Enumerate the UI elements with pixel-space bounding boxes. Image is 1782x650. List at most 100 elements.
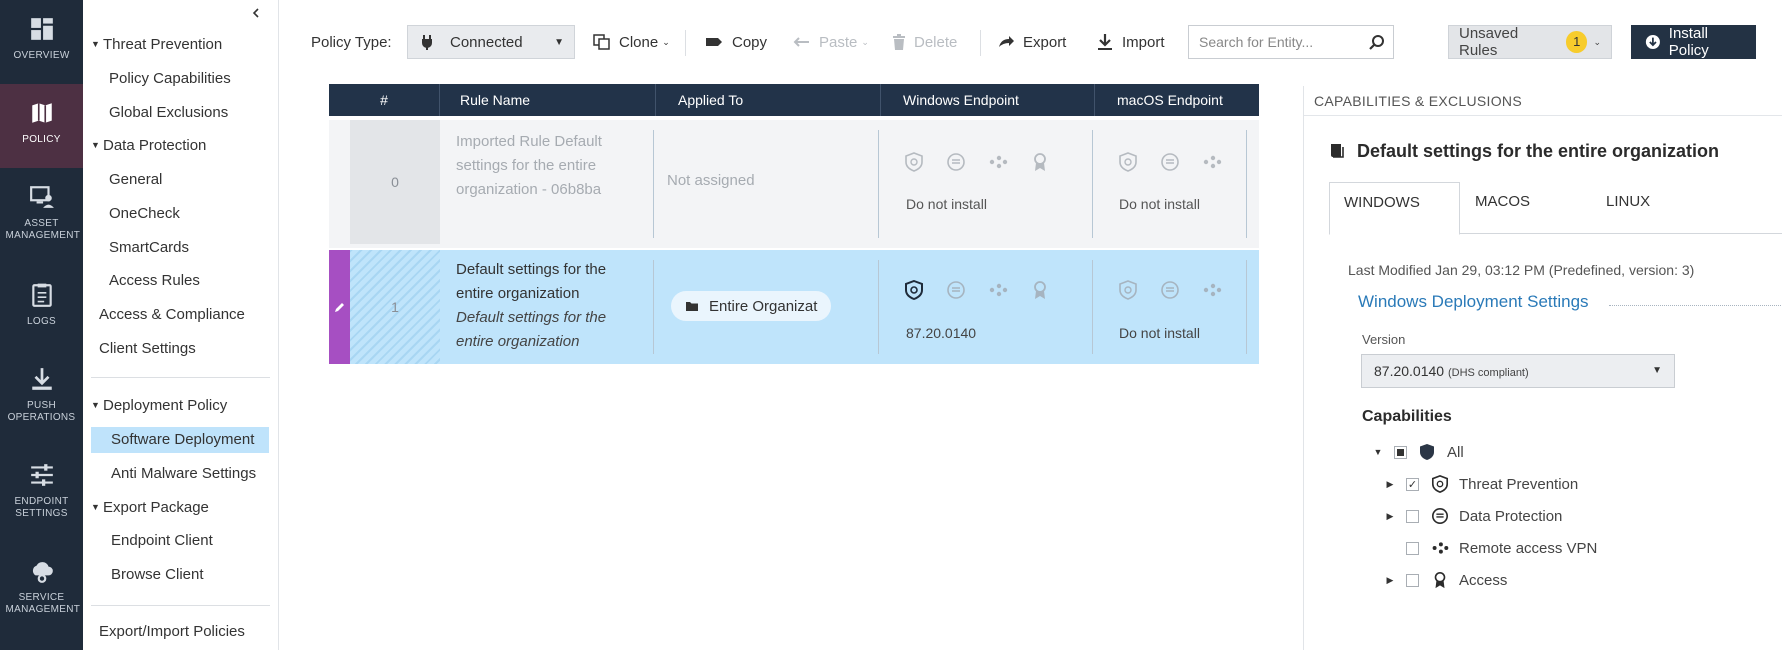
tab-linux[interactable]: LINUX bbox=[1592, 182, 1708, 234]
unsaved-rules-label: Unsaved Rules bbox=[1459, 25, 1519, 59]
nav-policy-label: POLICY bbox=[22, 134, 61, 145]
capability-access[interactable]: ▶ Access bbox=[1384, 568, 1508, 592]
nav-asset-management[interactable]: ASSET MANAGEMENT bbox=[0, 168, 83, 252]
chevron-down-icon: ⌄ bbox=[1593, 36, 1601, 47]
unsaved-rules-button[interactable]: Unsaved Rules 1 ⌄ bbox=[1448, 25, 1612, 59]
data-protection-checkbox[interactable] bbox=[1406, 509, 1419, 523]
capability-threat-prevention[interactable]: ▶ ✓ Threat Prevention bbox=[1384, 472, 1578, 496]
tree-general[interactable]: General bbox=[105, 167, 162, 193]
panel-header: CAPABILITIES & EXCLUSIONS bbox=[1304, 86, 1782, 116]
clone-button[interactable]: Clone ⌄ bbox=[593, 25, 670, 59]
table-row[interactable]: 0 Imported Rule Default settings for the… bbox=[329, 120, 1259, 248]
nav-endpoint-settings[interactable]: ENDPOINT SETTINGS bbox=[0, 446, 83, 530]
tree-policy-capabilities[interactable]: Policy Capabilities bbox=[105, 66, 239, 92]
collapsed-triangle-icon[interactable]: ▶ bbox=[1384, 479, 1396, 490]
os-tabs: WINDOWS MACOS LINUX bbox=[1329, 182, 1782, 235]
column-divider bbox=[653, 260, 654, 354]
rule-icon bbox=[1331, 143, 1344, 158]
macos-endpoint-value: Do not install bbox=[1119, 325, 1200, 341]
tree-browse-client[interactable]: Browse Client bbox=[105, 562, 204, 588]
tree-anti-malware-settings[interactable]: Anti Malware Settings bbox=[105, 461, 256, 487]
capability-data-protection[interactable]: ▶ Data Protection bbox=[1384, 504, 1563, 528]
nav-service-management[interactable]: SERVICE MANAGEMENT bbox=[0, 542, 83, 626]
expanded-triangle-icon[interactable]: ▼ bbox=[1372, 447, 1384, 457]
tab-windows[interactable]: WINDOWS bbox=[1329, 182, 1460, 235]
capability-all[interactable]: ▼ All bbox=[1372, 440, 1464, 464]
tree-smartcards[interactable]: SmartCards bbox=[105, 235, 189, 261]
grid-icon bbox=[30, 18, 53, 40]
tree-anti-malware-label: Anti Malware Settings bbox=[111, 465, 257, 482]
windows-endpoint-value: 87.20.0140 bbox=[906, 325, 977, 341]
nav-push-operations[interactable]: PUSH OPERATIONS bbox=[0, 350, 83, 434]
nav-endpoint-settings-label: ENDPOINT SETTINGS bbox=[14, 496, 69, 519]
rule-name: Imported Rule Default settings for the e… bbox=[456, 133, 602, 198]
rule-number: 1 bbox=[350, 250, 440, 364]
threat-prevention-icon bbox=[905, 280, 923, 300]
all-checkbox[interactable] bbox=[1394, 445, 1407, 459]
applied-to-cell[interactable]: Entire Organizat bbox=[671, 291, 832, 321]
search-placeholder: Search for Entity... bbox=[1199, 34, 1314, 50]
panel-title-text: Default settings for the entire organiza… bbox=[1357, 141, 1720, 161]
tree-onecheck[interactable]: OneCheck bbox=[105, 201, 180, 227]
tree-deployment-policy-label: Deployment Policy bbox=[103, 397, 228, 414]
tree-access-compliance[interactable]: Access & Compliance bbox=[99, 302, 245, 328]
nav-overview-label: OVERVIEW bbox=[13, 50, 70, 61]
import-label: Import bbox=[1122, 33, 1165, 51]
tree-access-rules[interactable]: Access Rules bbox=[105, 268, 200, 294]
tree-access-rules-label: Access Rules bbox=[109, 272, 200, 289]
tree-software-deployment[interactable]: Software Deployment bbox=[91, 427, 269, 453]
tree-data-protection[interactable]: ▼ Data Protection bbox=[91, 132, 206, 158]
version-select[interactable]: 87.20.0140 (DHS compliant) ▼ bbox=[1361, 354, 1675, 388]
column-header-applied-to[interactable]: Applied To bbox=[656, 84, 881, 116]
threat-prevention-checkbox[interactable]: ✓ bbox=[1406, 477, 1419, 491]
tree-global-exclusions[interactable]: Global Exclusions bbox=[105, 100, 228, 126]
import-button[interactable]: Import bbox=[1096, 25, 1165, 59]
windows-capability-icons bbox=[904, 280, 1050, 300]
search-input[interactable]: Search for Entity... bbox=[1188, 25, 1394, 59]
tree-deployment-policy[interactable]: ▼ Deployment Policy bbox=[91, 392, 227, 418]
remote-access-vpn-icon bbox=[1203, 155, 1222, 169]
data-protection-icon bbox=[947, 153, 965, 171]
install-policy-label: Install Policy bbox=[1668, 25, 1709, 59]
threat-prevention-icon bbox=[1119, 280, 1137, 300]
tree-endpoint-client[interactable]: Endpoint Client bbox=[105, 528, 213, 554]
delete-label: Delete bbox=[914, 33, 958, 51]
applied-to-pill[interactable]: Entire Organizat bbox=[671, 291, 832, 321]
nav-policy[interactable]: POLICY bbox=[0, 84, 83, 168]
nav-overview[interactable]: OVERVIEW bbox=[0, 0, 83, 84]
tree-export-import-policies[interactable]: Export/Import Policies bbox=[99, 619, 245, 645]
windows-deployment-settings-heading[interactable]: Windows Deployment Settings bbox=[1358, 292, 1589, 312]
tree-divider bbox=[91, 377, 270, 378]
collapsed-triangle-icon[interactable]: ▶ bbox=[1384, 511, 1396, 522]
install-policy-button[interactable]: Install Policy bbox=[1631, 25, 1756, 59]
toolbar-separator bbox=[685, 30, 686, 56]
expanded-triangle-icon: ▼ bbox=[91, 39, 100, 49]
column-header-rule-name[interactable]: Rule Name bbox=[440, 84, 656, 116]
access-checkbox[interactable] bbox=[1406, 573, 1419, 587]
nav-logs[interactable]: LOGS bbox=[0, 266, 83, 350]
collapse-tree-icon[interactable] bbox=[250, 6, 266, 22]
collapsed-triangle-icon[interactable]: ▶ bbox=[1384, 575, 1396, 586]
policy-type-select[interactable]: Connected ▼ bbox=[407, 25, 575, 59]
map-icon bbox=[31, 103, 52, 123]
monitor-user-icon bbox=[29, 186, 54, 208]
tree-client-settings[interactable]: Client Settings bbox=[99, 336, 196, 362]
capability-remote-access-vpn[interactable]: Remote access VPN bbox=[1384, 536, 1597, 560]
paste-button[interactable]: Paste ⌄ bbox=[791, 25, 869, 59]
copy-button[interactable]: Copy bbox=[704, 25, 767, 59]
tab-macos[interactable]: MACOS bbox=[1461, 182, 1577, 234]
column-header-windows-endpoint[interactable]: Windows Endpoint bbox=[881, 84, 1095, 116]
column-header-number[interactable]: # bbox=[329, 84, 440, 116]
last-modified-text: Last Modified Jan 29, 03:12 PM (Predefin… bbox=[1348, 262, 1695, 278]
remote-access-vpn-checkbox[interactable] bbox=[1406, 541, 1419, 555]
table-row-selected[interactable]: 1 Default settings for the entire organi… bbox=[329, 250, 1259, 364]
column-header-macos-endpoint[interactable]: macOS Endpoint bbox=[1095, 84, 1259, 116]
rule-comment: Default settings for the entire organiza… bbox=[456, 309, 607, 350]
export-button[interactable]: Export bbox=[997, 25, 1066, 59]
tree-export-package[interactable]: ▼ Export Package bbox=[91, 494, 209, 520]
tree-export-package-label: Export Package bbox=[103, 499, 209, 516]
search-icon[interactable] bbox=[1369, 34, 1385, 50]
delete-button[interactable]: Delete bbox=[892, 25, 957, 59]
access-icon bbox=[1434, 571, 1446, 589]
tree-threat-prevention[interactable]: ▼ Threat Prevention bbox=[91, 31, 222, 57]
